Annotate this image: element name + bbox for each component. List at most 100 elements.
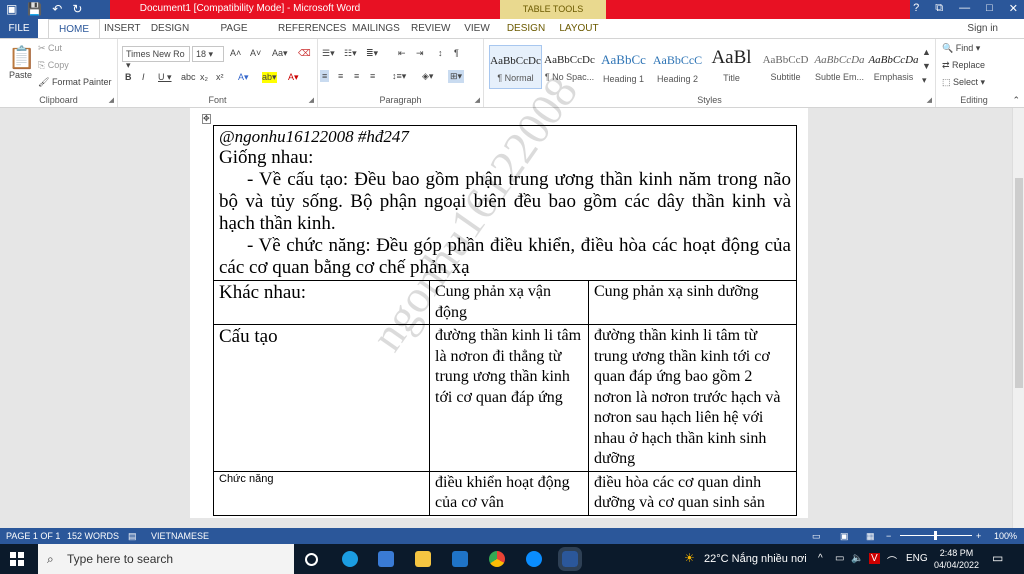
style-subtle-emphasis[interactable]: AaBbCcDa Subtle Em... [813, 45, 866, 89]
tab-references[interactable]: REFERENCES [278, 19, 346, 38]
bullets-icon[interactable]: ☰▾ [322, 48, 335, 59]
tab-table-design[interactable]: DESIGN [506, 19, 546, 38]
battery-icon[interactable]: ▭ [835, 553, 844, 564]
collapse-ribbon-icon[interactable]: ⌃ [1012, 95, 1020, 106]
styles-scroll-icon[interactable]: ▲ ▼ ▾ [922, 45, 931, 87]
font-name-box[interactable]: Times New Ro ▾ [122, 46, 190, 70]
autonomic-structure-cell[interactable]: đường thần kinh li tâm từ trung ương thầ… [588, 324, 797, 472]
align-center-icon[interactable]: ≡ [338, 71, 343, 81]
tab-home[interactable]: HOME [48, 19, 100, 38]
shrink-font-icon[interactable]: A˅ [250, 48, 261, 58]
style-emphasis[interactable]: AaBbCcDa Emphasis [867, 45, 920, 89]
clear-format-icon[interactable]: ⌫ [298, 48, 311, 59]
format-painter-button[interactable]: 🖌 Format Painter [38, 77, 111, 88]
differences-header-cell[interactable]: Khác nhau: [213, 280, 430, 325]
align-left-icon[interactable]: ≡ [320, 70, 330, 82]
print-layout-icon[interactable]: ▣ [840, 531, 849, 542]
close-button[interactable]: ✕ [1009, 2, 1018, 15]
autonomic-arc-header-cell[interactable]: Cung phản xạ sinh dưỡng [588, 280, 797, 325]
zoom-slider-thumb[interactable] [934, 531, 937, 540]
motor-structure-cell[interactable]: đường thần kinh li tâm là nơron đi thẳng… [429, 324, 589, 472]
ribbon-display-button[interactable]: ⧉ [935, 2, 943, 15]
table-move-handle-icon[interactable]: ✥ [202, 114, 211, 124]
edge-icon[interactable] [342, 551, 358, 567]
zalo-icon[interactable] [526, 551, 542, 567]
multilevel-list-icon[interactable]: ≣▾ [366, 48, 378, 59]
tab-review[interactable]: REVIEW [411, 19, 450, 38]
function-label-cell[interactable]: Chức năng [213, 470, 430, 516]
style-normal[interactable]: AaBbCcDc ¶ Normal [489, 45, 542, 89]
style-title[interactable]: AaBl Title [705, 45, 758, 89]
paste-button[interactable]: Paste [9, 70, 32, 80]
language-indicator[interactable]: VIETNAMESE [151, 531, 209, 541]
motor-arc-header-cell[interactable]: Cung phản xạ vận động [429, 280, 589, 325]
tab-page-layout[interactable]: PAGE LAYOUT [203, 19, 265, 53]
mail-icon[interactable] [452, 551, 468, 567]
tab-design[interactable]: DESIGN [149, 19, 191, 38]
replace-button[interactable]: ⇄ Replace [942, 60, 985, 71]
page-count[interactable]: PAGE 1 OF 1 [6, 531, 60, 541]
grow-font-icon[interactable]: A˄ [230, 48, 241, 58]
style-heading-1[interactable]: AaBbCc Heading 1 [597, 45, 650, 89]
motor-function-cell[interactable]: điều khiển hoạt động của cơ vân [429, 470, 589, 516]
store-icon[interactable] [378, 551, 394, 567]
justify-icon[interactable]: ≡ [370, 71, 375, 81]
zoom-level[interactable]: 100% [994, 531, 1017, 541]
dialog-launcher-icon[interactable]: ◢ [109, 96, 114, 104]
zoom-in-icon[interactable]: + [976, 531, 981, 541]
subscript-icon[interactable]: x₂ [200, 72, 208, 82]
style-subtitle[interactable]: AaBbCcD Subtitle [759, 45, 812, 89]
sort-icon[interactable]: ↕ [438, 48, 443, 58]
file-explorer-icon[interactable] [415, 551, 431, 567]
volume-icon[interactable]: 🔈 [851, 553, 863, 564]
vietkey-icon[interactable]: V [869, 553, 880, 564]
scrollbar-thumb[interactable] [1015, 178, 1023, 388]
highlight-icon[interactable]: ab▾ [262, 72, 277, 83]
borders-icon[interactable]: ⊞▾ [448, 70, 465, 83]
numbering-icon[interactable]: ☷▾ [344, 48, 357, 59]
table-cell[interactable]: @ngonhu16122008 #hđ247 Giống nhau: - Về … [213, 125, 797, 281]
read-mode-icon[interactable]: ▭ [812, 531, 821, 542]
align-right-icon[interactable]: ≡ [354, 71, 359, 81]
paste-icon[interactable]: 📋 [8, 45, 35, 71]
sign-in-link[interactable]: Sign in [967, 19, 998, 38]
start-icon[interactable] [10, 552, 24, 566]
show-marks-icon[interactable]: ¶ [454, 48, 459, 58]
underline-icon[interactable]: U ▾ [158, 72, 172, 83]
word-count[interactable]: 152 WORDS [67, 531, 119, 541]
select-button[interactable]: ⬚ Select ▾ [942, 77, 985, 88]
weather-icon[interactable]: ☀ [684, 551, 695, 565]
italic-icon[interactable]: I [142, 72, 145, 82]
text-effects-icon[interactable]: A▾ [238, 72, 249, 83]
weather-text[interactable]: 22°C Nắng nhiều nơi [704, 553, 807, 565]
increase-indent-icon[interactable]: ⇥ [416, 48, 424, 59]
dialog-launcher-icon[interactable]: ◢ [309, 96, 314, 104]
cut-button[interactable]: ✂ Cut [38, 43, 62, 54]
bold-icon[interactable]: B [125, 72, 132, 82]
dialog-launcher-icon[interactable]: ◢ [475, 96, 480, 104]
shading-icon[interactable]: ◈▾ [422, 71, 433, 82]
input-language[interactable]: ENG [906, 553, 928, 564]
zoom-out-icon[interactable]: − [886, 531, 891, 541]
minimize-button[interactable]: — [959, 2, 970, 15]
strikethrough-icon[interactable]: abc [181, 72, 196, 82]
tab-insert[interactable]: INSERT [104, 19, 141, 38]
proofing-icon[interactable]: ▤ [128, 531, 137, 542]
font-size-box[interactable]: 18 ▾ [192, 46, 224, 62]
help-button[interactable]: ? [913, 2, 919, 15]
structure-label-cell[interactable]: Cấu tạo [213, 324, 430, 472]
tab-file[interactable]: FILE [0, 19, 38, 38]
word-taskbar-icon[interactable] [558, 547, 582, 571]
find-button[interactable]: 🔍 Find ▾ [942, 43, 980, 54]
style-no-spacing[interactable]: AaBbCcDc ¶ No Spac... [543, 45, 596, 89]
copy-button[interactable]: ⎘ Copy [38, 60, 69, 71]
chrome-icon[interactable] [489, 551, 505, 567]
style-heading-2[interactable]: AaBbCcC Heading 2 [651, 45, 704, 89]
vertical-scrollbar[interactable] [1012, 108, 1024, 528]
font-color-icon[interactable]: A▾ [288, 72, 299, 83]
task-view-icon[interactable] [305, 553, 318, 566]
decrease-indent-icon[interactable]: ⇤ [398, 48, 406, 59]
tab-mailings[interactable]: MAILINGS [352, 19, 400, 38]
tray-chevron-icon[interactable]: ^ [818, 553, 823, 564]
notifications-icon[interactable]: ▭ [992, 551, 1003, 565]
